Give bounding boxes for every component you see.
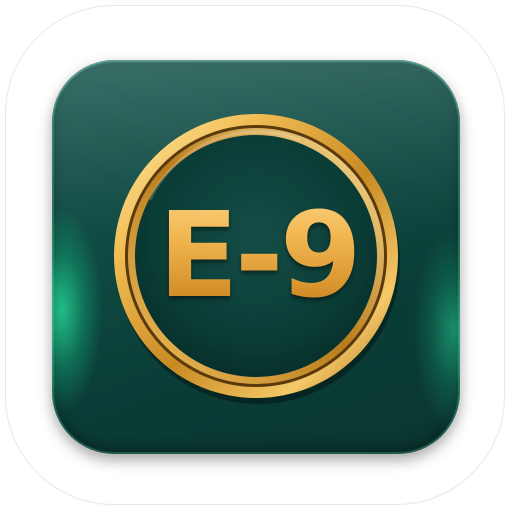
app-icon-canvas: E-9 bbox=[0, 0, 512, 512]
badge-text: E-9 bbox=[146, 180, 370, 330]
